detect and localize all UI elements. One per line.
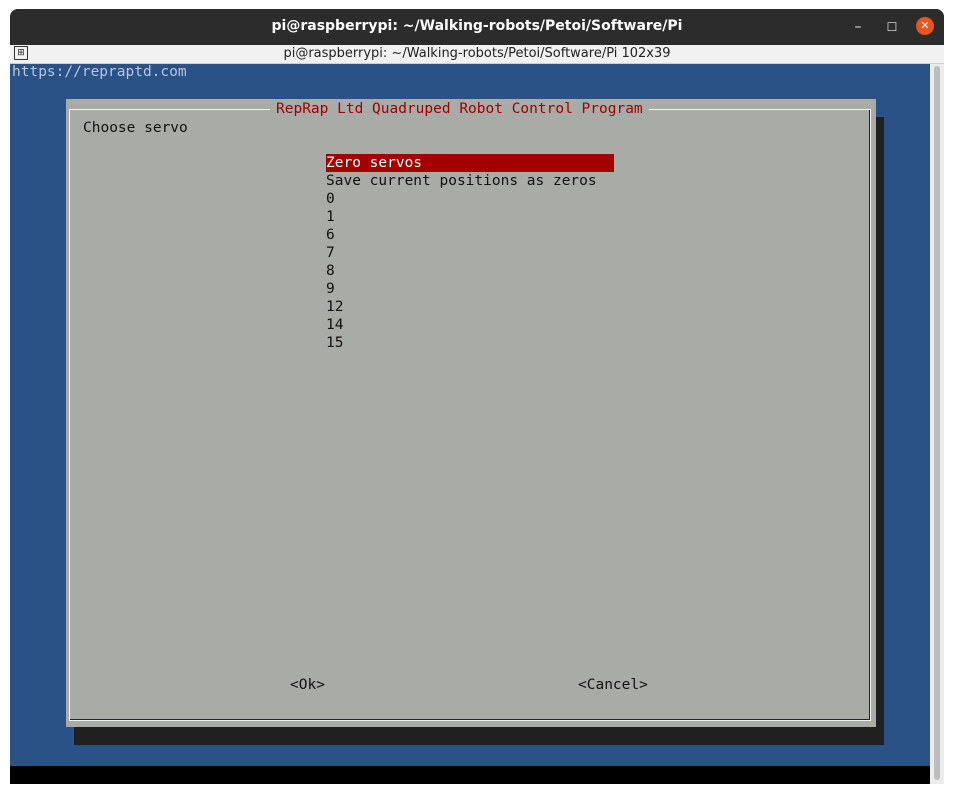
menu-item-servo-9[interactable]: 9	[326, 280, 616, 298]
backtitle: https://repraptd.com	[12, 64, 187, 80]
servo-menu: Zero servos Save current positions as ze…	[326, 154, 616, 352]
menu-item-zero-servos[interactable]: Zero servos	[326, 154, 614, 172]
maximize-button[interactable]: ☐	[882, 17, 902, 37]
dialog-prompt: Choose servo	[83, 120, 188, 136]
terminal-window: pi@raspberrypi: ~/Walking-robots/Petoi/S…	[10, 9, 944, 784]
menu-item-servo-12[interactable]: 12	[326, 298, 616, 316]
dialog-title: RepRap Ltd Quadruped Robot Control Progr…	[270, 99, 649, 119]
menu-item-servo-8[interactable]: 8	[326, 262, 616, 280]
menu-item-servo-0[interactable]: 0	[326, 190, 616, 208]
menu-item-servo-14[interactable]: 14	[326, 316, 616, 334]
menu-item-save-zeros[interactable]: Save current positions as zeros	[326, 172, 616, 190]
terminal-scrollbar[interactable]	[930, 64, 944, 784]
minimize-button[interactable]: –	[848, 17, 868, 37]
menu-item-servo-1[interactable]: 1	[326, 208, 616, 226]
cancel-button[interactable]: <Cancel>	[578, 676, 648, 694]
menu-item-servo-6[interactable]: 6	[326, 226, 616, 244]
menu-item-servo-15[interactable]: 15	[326, 334, 616, 352]
menu-dialog: RepRap Ltd Quadruped Robot Control Progr…	[66, 99, 876, 727]
terminal-tab-bar: ⊞ pi@raspberrypi: ~/Walking-robots/Petoi…	[10, 45, 944, 64]
terminal-area[interactable]: https://repraptd.com RepRap Ltd Quadrupe…	[10, 64, 930, 766]
close-button[interactable]: ✕	[916, 17, 934, 35]
menu-item-servo-7[interactable]: 7	[326, 244, 616, 262]
terminal-bottom-strip	[10, 766, 944, 784]
window-titlebar[interactable]: pi@raspberrypi: ~/Walking-robots/Petoi/S…	[10, 9, 944, 45]
window-title: pi@raspberrypi: ~/Walking-robots/Petoi/S…	[271, 18, 683, 34]
terminal-tab-title: pi@raspberrypi: ~/Walking-robots/Petoi/S…	[283, 46, 671, 61]
ok-button[interactable]: <Ok>	[290, 676, 325, 694]
scrollbar-thumb[interactable]	[934, 66, 940, 780]
